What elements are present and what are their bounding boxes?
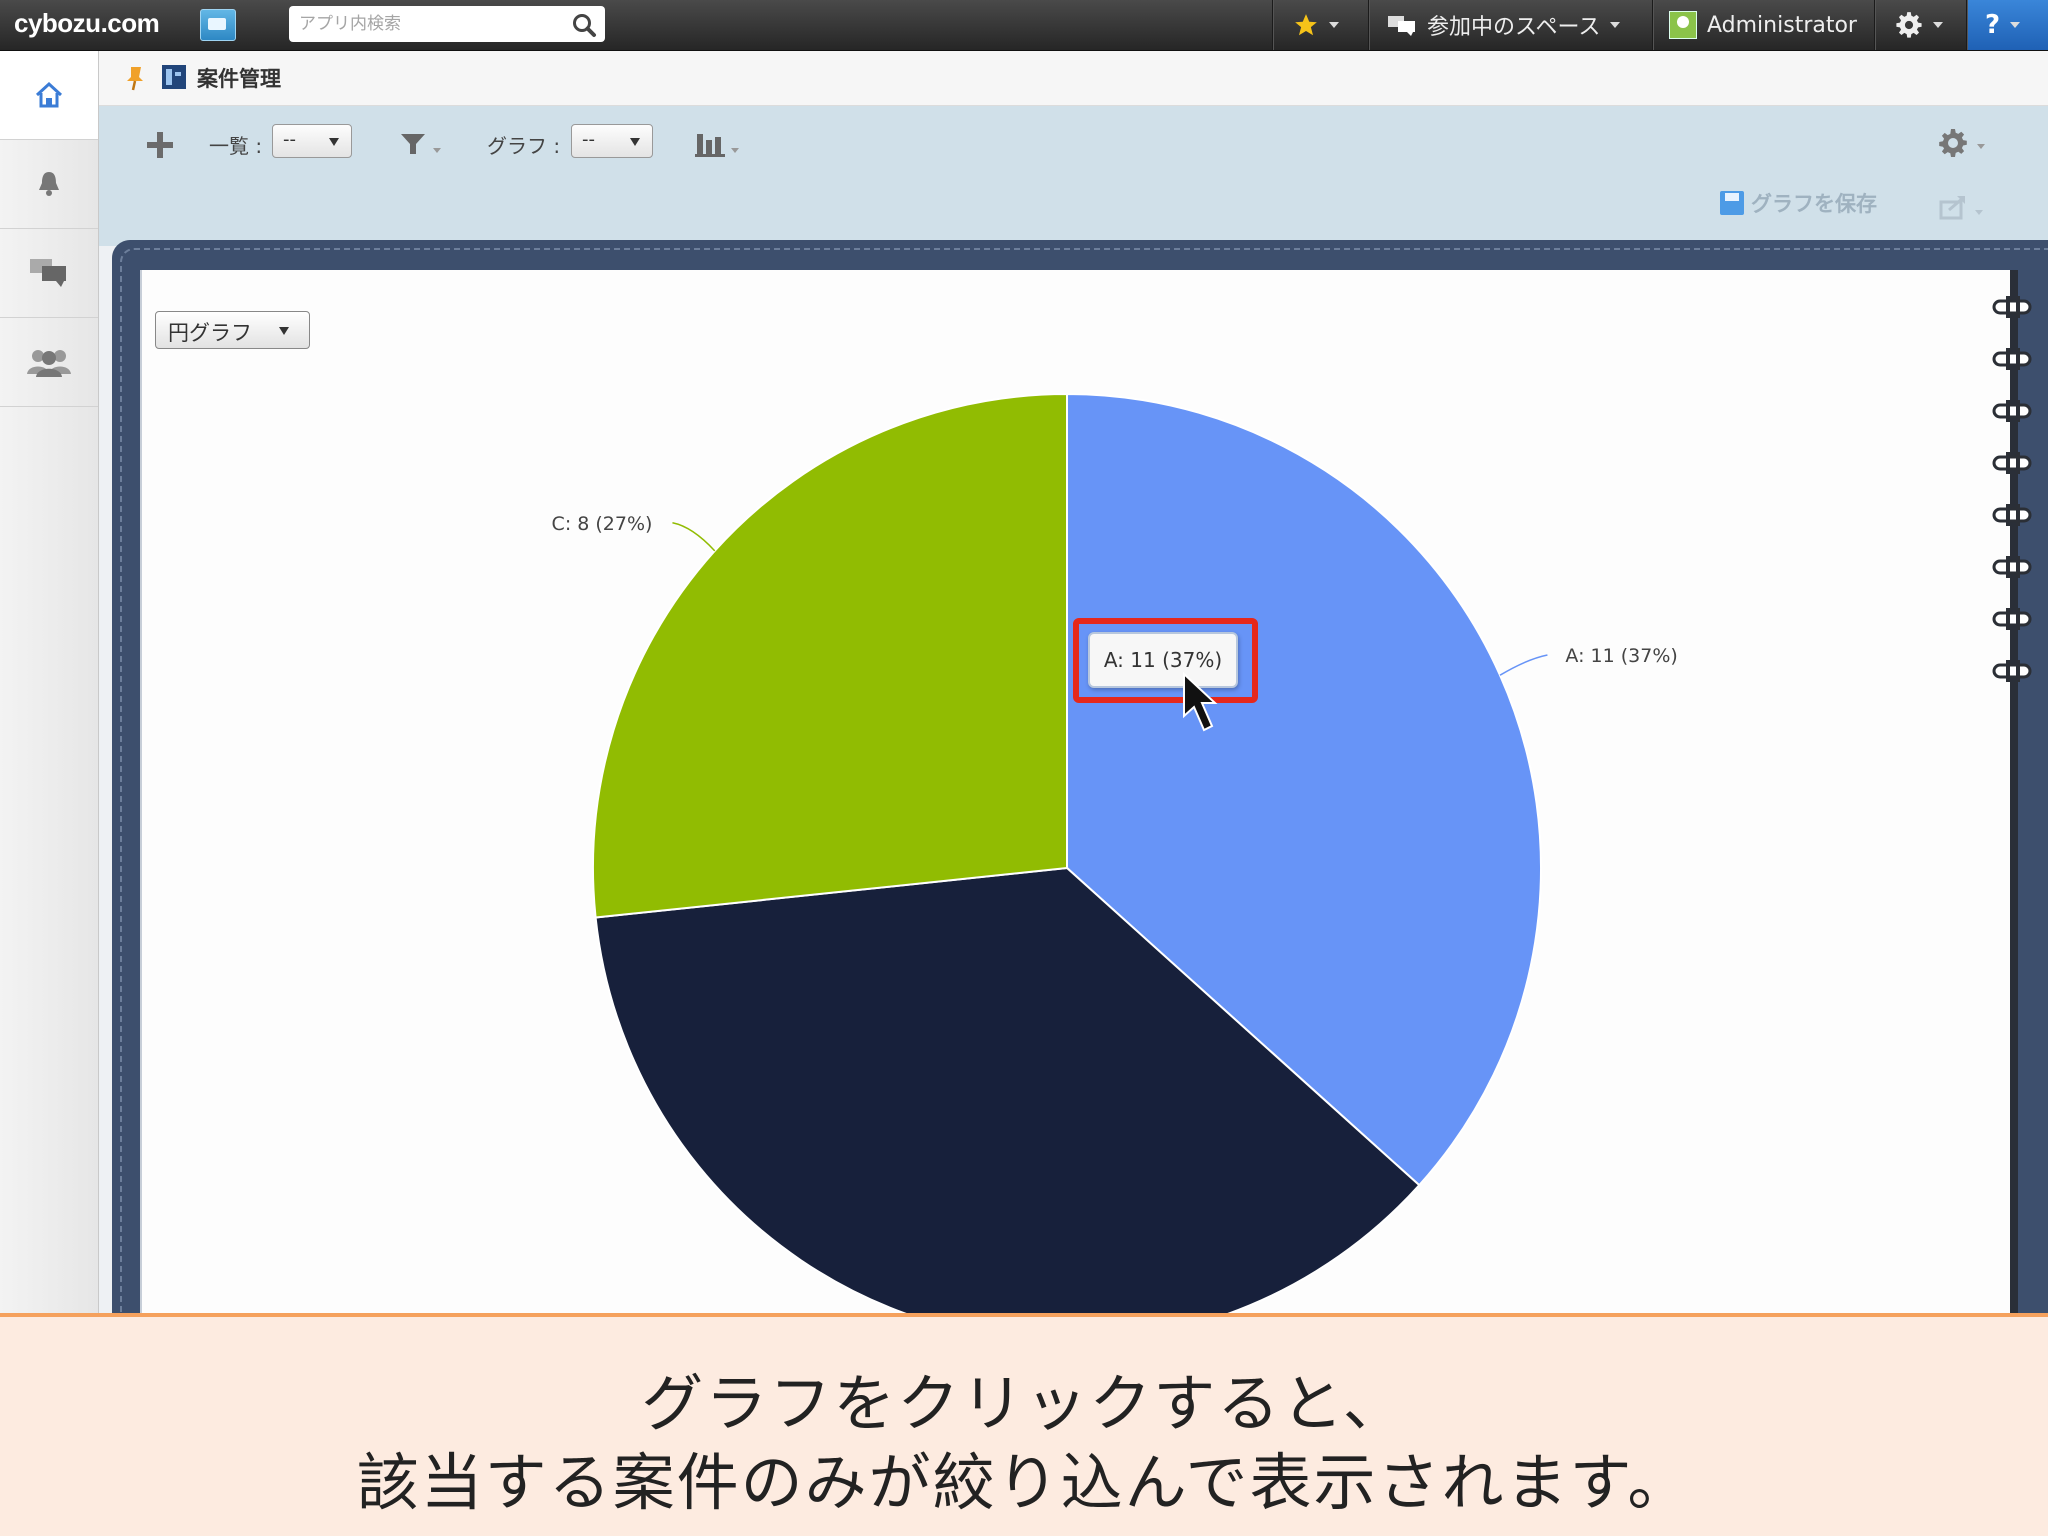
pie-label-connector [672,522,716,552]
caption-banner: グラフをクリックすると、 該当する案件のみが絞り込んで表示されます。 [0,1313,2048,1536]
spiral-ring [1992,660,2032,682]
spiral-ring [1992,400,2032,422]
spiral-ring [1992,556,2032,578]
spiral-ring [1992,608,2032,630]
pie-data-label: C: 8 (27%) [552,513,653,535]
spiral-ring [1992,296,2032,318]
mouse-cursor-icon [1183,672,1218,732]
spiral-ring [1992,452,2032,474]
spiral-ring [1992,348,2032,370]
caption-line-2: 該当する案件のみが絞り込んで表示されます。 [356,1446,1692,1519]
pie-chart: A: 11 (37%) C: 8 (27%) [552,392,1678,1313]
caption-line-1: グラフをクリックすると、 [641,1367,1407,1440]
pie-data-label: A: 11 (37%) [1565,645,1677,667]
pie-label-connector [1499,654,1548,676]
pie-slice-c[interactable] [592,392,1068,919]
spiral-ring [1992,504,2032,526]
